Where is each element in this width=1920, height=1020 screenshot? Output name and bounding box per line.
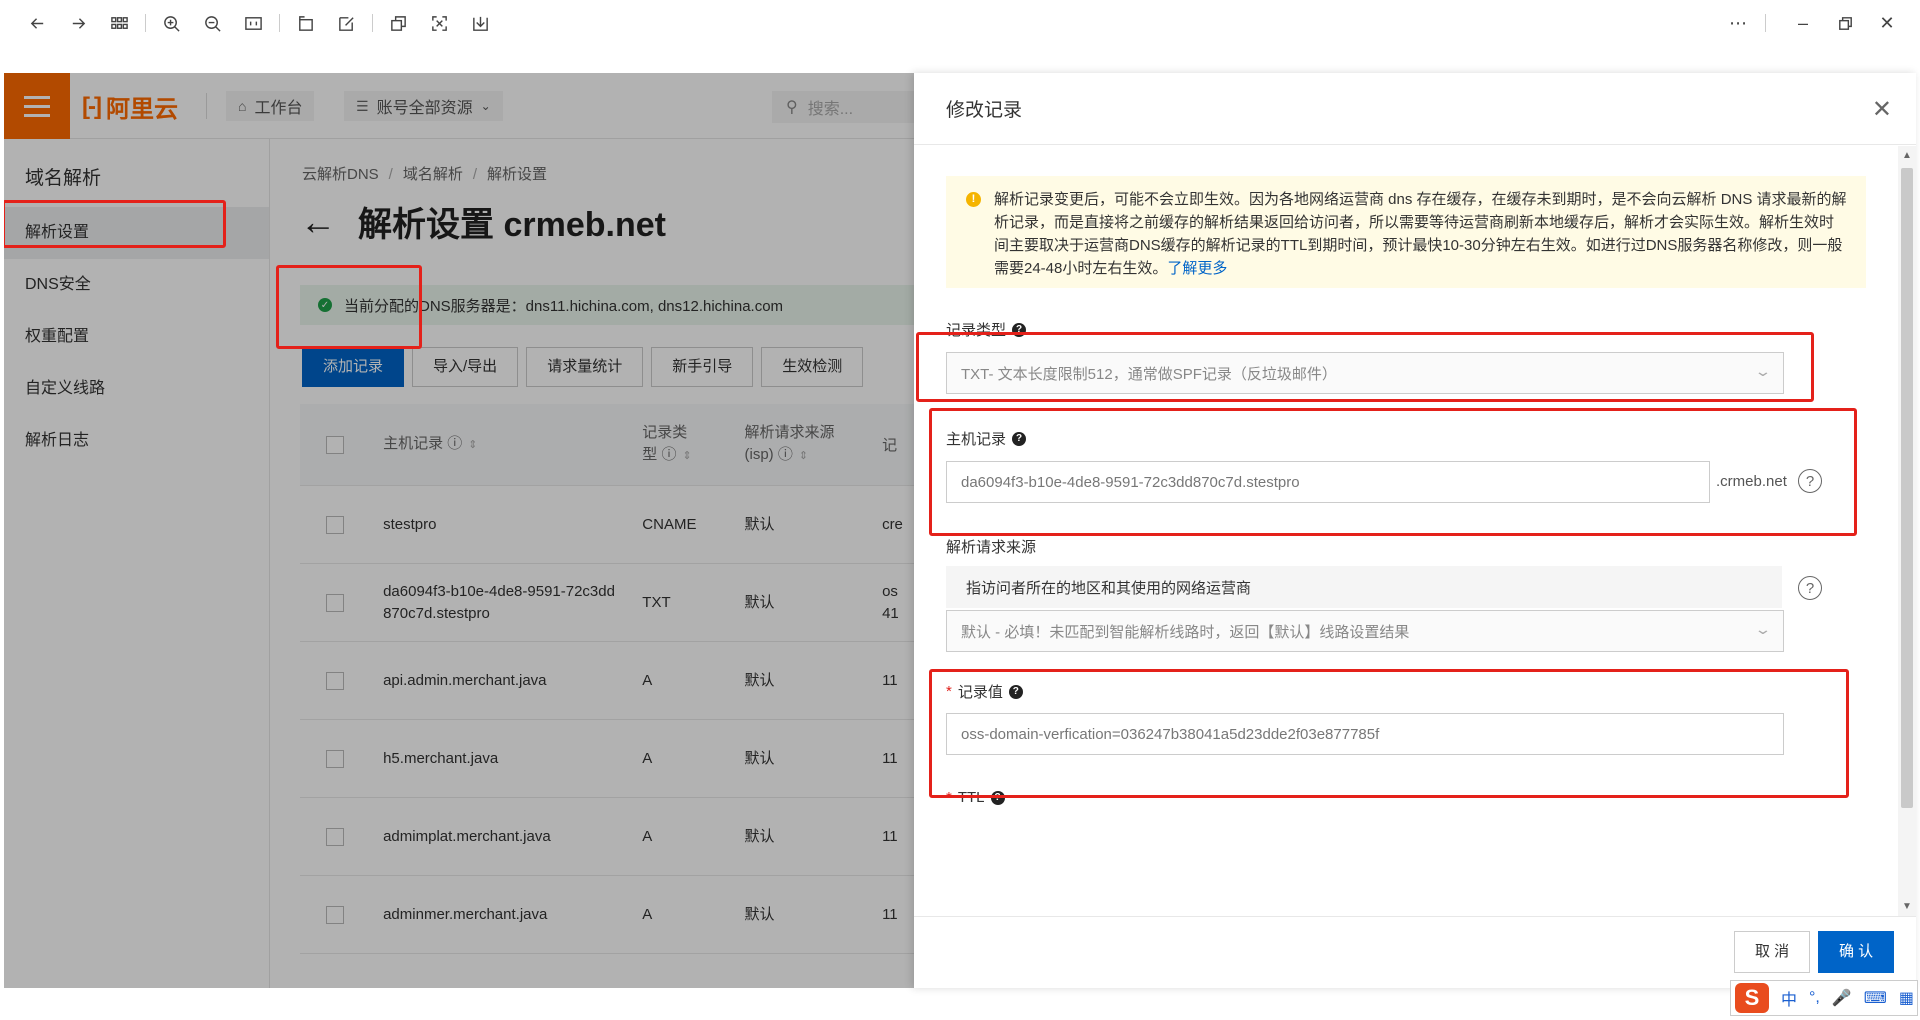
forward-arrow-icon[interactable] <box>63 8 93 38</box>
grid-icon[interactable] <box>104 8 134 38</box>
warning-alert: ! 解析记录变更后，可能不会立即生效。因为各地网络运营商 dns 存在缓存，在缓… <box>946 176 1866 288</box>
request-source-value: 默认 - 必填！未匹配到智能解析线路时，返回【默认】线路设置结果 <box>961 623 1410 641</box>
close-icon[interactable]: ✕ <box>1872 95 1892 124</box>
rotate-icon[interactable] <box>290 8 320 38</box>
edit-icon[interactable] <box>331 8 361 38</box>
drawer-body: ! 解析记录变更后，可能不会立即生效。因为各地网络运营商 dns 存在缓存，在缓… <box>914 146 1898 916</box>
highlight-box <box>929 669 1849 798</box>
back-arrow-icon[interactable] <box>22 8 52 38</box>
download-icon[interactable] <box>465 8 495 38</box>
image-viewer-toolbar: ⋯ – ✕ <box>0 0 1920 46</box>
request-source-label: 解析请求来源 <box>946 539 1037 556</box>
keyboard-icon[interactable]: ⌨ <box>1864 988 1887 1008</box>
drawer-footer: 取 消 确 认 <box>914 916 1916 988</box>
zoom-out-icon[interactable] <box>197 8 227 38</box>
warning-text: 解析记录变更后，可能不会立即生效。因为各地网络运营商 dns 存在缓存，在缓存未… <box>994 191 1847 277</box>
fullscreen-icon[interactable] <box>424 8 454 38</box>
chevron-down-icon: ⌄ <box>1754 621 1772 637</box>
highlight-box <box>916 332 1814 402</box>
highlight-box <box>4 200 226 248</box>
toolbar-divider <box>279 14 280 32</box>
zoom-in-icon[interactable] <box>156 8 186 38</box>
scroll-up-icon[interactable]: ▲ <box>1902 150 1912 161</box>
request-source-select[interactable]: 默认 - 必填！未匹配到智能解析线路时，返回【默认】线路设置结果 ⌄ <box>946 610 1784 652</box>
highlight-box <box>276 265 422 349</box>
toolbar-divider <box>145 14 146 32</box>
scroll-down-icon[interactable]: ▼ <box>1902 901 1912 912</box>
ime-toolbar: S 中 °, 🎤 ⌨ ▦ <box>1730 980 1918 1016</box>
ime-punctuation[interactable]: °, <box>1809 989 1820 1007</box>
restore-icon[interactable] <box>1830 8 1860 38</box>
actual-size-icon[interactable] <box>238 8 268 38</box>
drawer-header: 修改记录 ✕ <box>914 73 1916 145</box>
minimize-icon[interactable]: – <box>1788 8 1818 38</box>
ime-language[interactable]: 中 <box>1781 986 1797 1010</box>
apps-icon[interactable]: ▦ <box>1899 988 1914 1008</box>
request-source-description: 指访问者所在的地区和其使用的网络运营商 <box>946 566 1782 608</box>
scrollbar-thumb[interactable] <box>1901 168 1913 808</box>
sogou-icon[interactable]: S <box>1735 983 1769 1013</box>
help-circle-icon[interactable]: ? <box>1798 576 1822 600</box>
close-icon[interactable]: ✕ <box>1872 8 1902 38</box>
microphone-icon[interactable]: 🎤 <box>1832 988 1852 1008</box>
learn-more-link[interactable]: 了解更多 <box>1167 260 1227 277</box>
toolbar-divider <box>372 14 373 32</box>
more-icon[interactable]: ⋯ <box>1723 8 1753 38</box>
toolbar-divider <box>1765 14 1766 32</box>
edit-record-drawer: 修改记录 ✕ ! 解析记录变更后，可能不会立即生效。因为各地网络运营商 dns … <box>914 73 1916 988</box>
warning-icon: ! <box>966 192 981 207</box>
confirm-button[interactable]: 确 认 <box>1818 931 1895 973</box>
highlight-box <box>929 408 1857 536</box>
drawer-scrollbar[interactable]: ▲ ▼ <box>1898 146 1916 916</box>
cancel-button[interactable]: 取 消 <box>1734 931 1811 973</box>
copy-icon[interactable] <box>383 8 413 38</box>
drawer-title: 修改记录 <box>946 100 1023 121</box>
